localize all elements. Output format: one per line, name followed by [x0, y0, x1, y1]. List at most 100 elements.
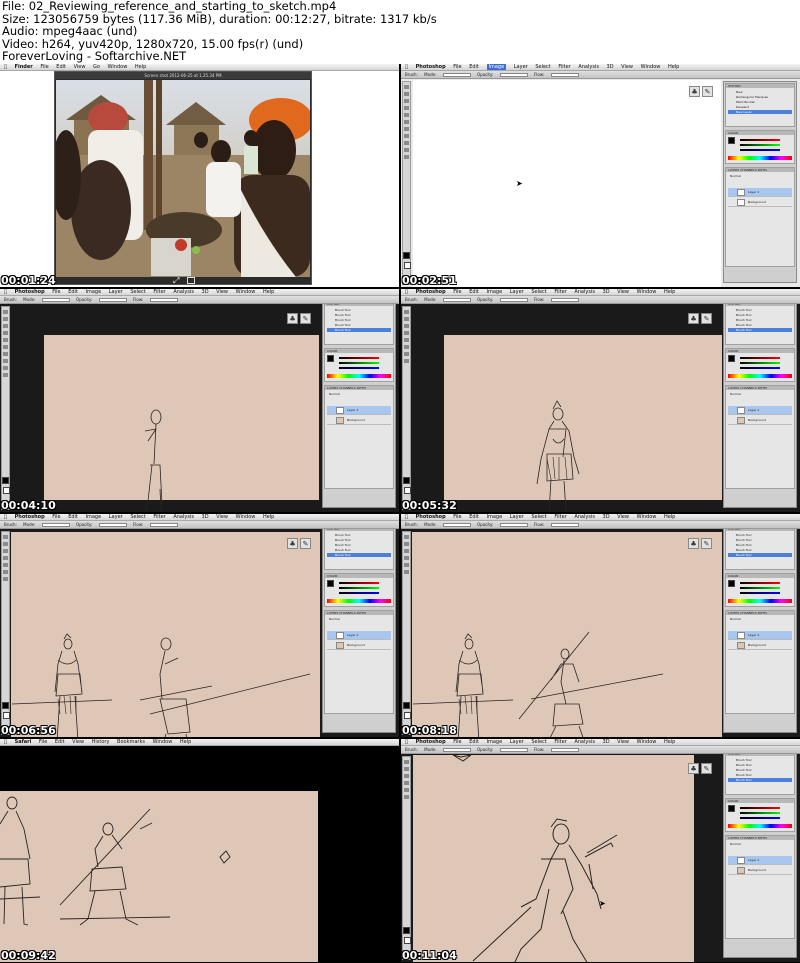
menu-photoshop[interactable]: Photoshop: [416, 289, 446, 295]
flow-field[interactable]: [550, 523, 579, 527]
gradient-tool-icon[interactable]: [3, 352, 8, 356]
thumbnail-1[interactable]:  Finder File Edit View Go Window Help S…: [0, 64, 399, 287]
layer-row[interactable]: Layer 1: [728, 631, 792, 640]
paths-tab[interactable]: PATHS: [758, 611, 767, 615]
thumbnail-7[interactable]:  Safari File Edit View History Bookmark…: [0, 739, 399, 962]
color-panel-swatch[interactable]: [728, 137, 735, 144]
menu-filter[interactable]: Filter: [554, 514, 566, 520]
clone-source-icon[interactable]: ✎: [701, 538, 712, 549]
color-spectrum[interactable]: [327, 374, 391, 378]
menu-layer[interactable]: Layer: [510, 739, 524, 745]
fullscreen-icon[interactable]: ⤢: [173, 277, 183, 285]
menu-view[interactable]: View: [74, 64, 86, 70]
menu-image[interactable]: Image: [86, 289, 102, 295]
history-item[interactable]: Brush Tool: [327, 308, 391, 312]
red-slider[interactable]: [339, 582, 379, 584]
color-spectrum[interactable]: [327, 599, 391, 603]
marquee-tool-icon[interactable]: [404, 767, 409, 771]
apple-icon[interactable]: : [4, 514, 7, 520]
flow-field[interactable]: [550, 73, 579, 77]
foreground-color-swatch[interactable]: [403, 252, 410, 259]
clone-source-icon[interactable]: ✎: [701, 763, 712, 774]
menu-edit[interactable]: Edit: [55, 739, 65, 745]
foreground-color-swatch[interactable]: [403, 702, 410, 709]
blue-slider[interactable]: [740, 149, 780, 151]
layer-row[interactable]: Background: [327, 641, 391, 650]
red-slider[interactable]: [740, 139, 780, 141]
menu-history[interactable]: History: [92, 739, 110, 745]
menu-filter[interactable]: Filter: [554, 289, 566, 295]
history-item[interactable]: Brush Tool: [728, 323, 792, 327]
pen-tool-icon[interactable]: [404, 134, 409, 138]
apple-icon[interactable]: : [405, 64, 408, 70]
thumbnail-3[interactable]:  Photoshop File Edit Image Layer Select…: [0, 289, 399, 512]
menu-layer[interactable]: Layer: [109, 514, 123, 520]
brush-preset-icon[interactable]: ♣: [689, 86, 700, 97]
channels-tab[interactable]: CHANNELS: [740, 168, 756, 172]
menu-help[interactable]: Help: [263, 514, 274, 520]
history-item-selected[interactable]: Brush Tool: [728, 778, 792, 782]
background-color-swatch[interactable]: [404, 937, 411, 944]
menu-window[interactable]: Window: [153, 739, 173, 745]
history-item-selected[interactable]: New Layer: [728, 110, 792, 114]
mode-select[interactable]: [41, 298, 70, 302]
blend-mode-select[interactable]: Normal: [327, 392, 391, 396]
mode-select[interactable]: [442, 298, 471, 302]
history-item[interactable]: Brush Tool: [327, 538, 391, 542]
menu-photoshop[interactable]: Photoshop: [15, 289, 45, 295]
apple-icon[interactable]: : [4, 289, 7, 295]
history-item[interactable]: Brush Tool: [728, 318, 792, 322]
color-tab[interactable]: COLOR: [726, 349, 794, 353]
blend-mode-select[interactable]: Normal: [728, 617, 792, 621]
history-item[interactable]: Rectangular Marquee: [728, 95, 792, 99]
layer-row[interactable]: Background: [728, 198, 792, 207]
marquee-tool-icon[interactable]: [404, 317, 409, 321]
menu-analysis[interactable]: Analysis: [578, 64, 599, 70]
opacity-field[interactable]: [98, 298, 127, 302]
foreground-color-swatch[interactable]: [403, 927, 410, 934]
menu-view[interactable]: View: [621, 64, 633, 70]
crop-tool-icon[interactable]: [3, 331, 8, 335]
blue-slider[interactable]: [740, 592, 780, 594]
brush-tool-icon[interactable]: [3, 338, 8, 342]
paths-tab[interactable]: PATHS: [758, 168, 767, 172]
mode-select[interactable]: [442, 73, 471, 77]
history-item[interactable]: Brush Tool: [728, 313, 792, 317]
eraser-tool-icon[interactable]: [3, 345, 8, 349]
menu-image[interactable]: Image: [487, 289, 503, 295]
hand-tool-icon[interactable]: [404, 148, 409, 152]
blend-mode-select[interactable]: Normal: [728, 392, 792, 396]
layer-row[interactable]: Layer 1: [728, 188, 792, 197]
document-canvas[interactable]: [413, 80, 721, 287]
menu-help[interactable]: Help: [664, 514, 675, 520]
color-tab[interactable]: COLOR: [325, 574, 393, 578]
menu-help[interactable]: Help: [664, 739, 675, 745]
history-item[interactable]: Brush Tool: [728, 543, 792, 547]
paths-tab[interactable]: PATHS: [357, 386, 366, 390]
brush-preset-icon[interactable]: ♣: [287, 538, 298, 549]
red-slider[interactable]: [740, 807, 780, 809]
layer-row[interactable]: Background: [728, 416, 792, 425]
menu-layer[interactable]: Layer: [510, 514, 524, 520]
move-tool-icon[interactable]: [3, 310, 8, 314]
blue-slider[interactable]: [339, 592, 379, 594]
menu-view[interactable]: View: [617, 289, 629, 295]
history-item[interactable]: New: [728, 90, 792, 94]
lasso-tool-icon[interactable]: [404, 324, 409, 328]
menu-image[interactable]: Image: [487, 514, 503, 520]
marquee-tool-icon[interactable]: [404, 542, 409, 546]
history-item-selected[interactable]: Brush Tool: [728, 328, 792, 332]
flow-field[interactable]: [149, 523, 178, 527]
foreground-color-swatch[interactable]: [2, 702, 9, 709]
menu-edit[interactable]: Edit: [469, 514, 479, 520]
history-item-selected[interactable]: Brush Tool: [728, 553, 792, 557]
brush-tool-icon[interactable]: [404, 563, 409, 567]
layer-row[interactable]: Background: [728, 866, 792, 875]
menu-select[interactable]: Select: [531, 289, 546, 295]
menu-help[interactable]: Help: [668, 64, 679, 70]
menu-edit[interactable]: Edit: [56, 64, 66, 70]
move-tool-icon[interactable]: [404, 535, 409, 539]
opacity-field[interactable]: [98, 523, 127, 527]
mode-select[interactable]: [442, 748, 471, 752]
apple-icon[interactable]: : [405, 739, 408, 745]
